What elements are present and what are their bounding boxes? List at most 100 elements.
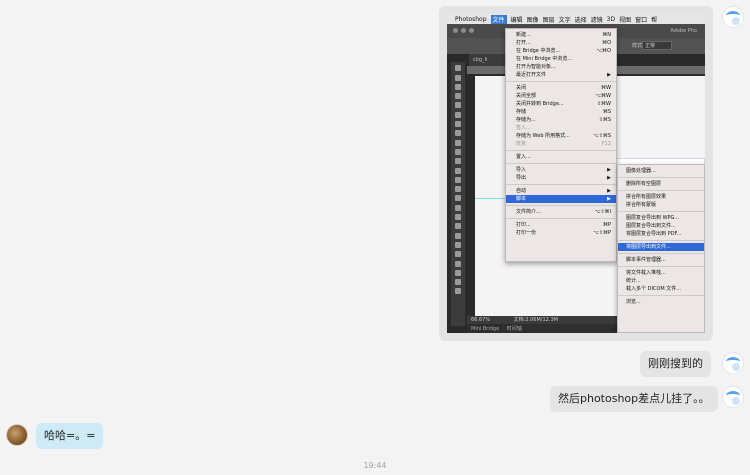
image-message-bubble[interactable]: Photoshop 文件 编辑 图像 图层 文字 选择 滤镜 3D 视图 窗口帮 Adobe Pho… (439, 6, 713, 341)
menu-item: 新建... ⌘N (506, 31, 616, 39)
ps-options-select: 正常 (642, 41, 672, 50)
menu-item-label: 统计... (626, 278, 641, 284)
ps-zoom: 66.67% (471, 317, 491, 323)
ps-doc-size: 文档:2.06M/12.3M (513, 317, 558, 323)
menu-item: 将文件载入堆栈... (618, 269, 704, 277)
window-controls-icon (453, 28, 474, 33)
ps-file-menu: 新建... ⌘N 打开... ⌘O 在 Bridge 中浏览... ⌥⌘O 在 Mini B… (505, 28, 617, 262)
menu-item: 存储 ⌘S (506, 108, 616, 116)
menu-item-label: 存储为 Web 所用格式... (516, 133, 570, 139)
photoshop-screenshot: Photoshop 文件 编辑 图像 图层 文字 选择 滤镜 3D 视图 窗口帮 Adobe Pho… (447, 14, 705, 333)
menu-item: 导出 ▶ (506, 174, 616, 182)
menu-item: 脚本事件管理器... (618, 256, 704, 264)
menu-item-label: 删除所有空图层 (626, 181, 662, 187)
menu-item-shortcut: ⌘W (601, 85, 611, 91)
menu-item-label: 自动 (516, 188, 527, 194)
menu-item: 关闭并转到 Bridge... ⇧⌘W (506, 100, 616, 108)
menu-item-label: 将文件载入堆栈... (626, 270, 666, 276)
menu-item-shortcut: ⌥⌘O (596, 48, 611, 54)
menu-item-label: 新建... (516, 32, 531, 38)
menu-item: 签入... (506, 124, 616, 132)
menu-separator (618, 253, 704, 254)
menu-separator (618, 266, 704, 267)
menu-separator (618, 295, 704, 296)
menu-item-label: 拼合所有图层效果 (626, 194, 667, 200)
menu-item-label: 在 Bridge 中浏览... (516, 48, 561, 54)
menu-item-shortcut: ⇧⌘W (596, 101, 611, 107)
menu-separator (506, 81, 616, 82)
menu-item-label: 图层复合导出到文件... (626, 223, 676, 229)
ps-menubar: Photoshop 文件 编辑 图像 图层 文字 选择 滤镜 3D 视图 窗口帮 (447, 14, 705, 24)
menu-item: 存储为... ⇧⌘S (506, 116, 616, 124)
friend-avatar[interactable] (6, 424, 28, 446)
menu-item: 恢复 F12 (506, 140, 616, 148)
my-avatar[interactable] (722, 352, 744, 374)
menu-separator (506, 205, 616, 206)
menu-item-label: 打开... (516, 40, 531, 46)
menu-item-label: 存储为... (516, 117, 536, 123)
menu-item-label: 将图层复合导出到 PDF... (626, 231, 682, 237)
menu-item-label: 载入多个 DICOM 文件... (626, 286, 682, 292)
menu-separator (618, 240, 704, 241)
ps-menubar-item: 文件 (490, 14, 507, 24)
menu-item-label: 关闭 (516, 85, 527, 91)
ps-menubar-item: 文字 (558, 16, 571, 24)
menu-item-label: 关闭全部 (516, 93, 537, 99)
ps-menubar-item: 滤镜 (590, 16, 603, 24)
my-avatar[interactable] (722, 386, 744, 408)
menu-item-label: 恢复 (516, 141, 527, 147)
menu-item-label: 导出 (516, 175, 527, 181)
menu-item: 关闭 ⌘W (506, 84, 616, 92)
ps-script-submenu: 图像处理器... 删除所有空图层 拼合所有图层效果 拼合所有蒙版 图层复合导出到 WPG… (617, 164, 705, 333)
message-bubble[interactable]: 刚刚搜到的 (640, 351, 711, 377)
menu-item: 在 Bridge 中浏览... ⌥⌘O (506, 47, 616, 55)
ps-menubar-item: 选择 (574, 16, 587, 24)
menu-item: 打印一份 ⌥⇧⌘P (506, 229, 616, 237)
message-text: 哈哈=。= (44, 429, 96, 442)
menu-item-shortcut: ⌘N (602, 32, 611, 38)
menu-separator (618, 190, 704, 191)
ps-tools-panel (451, 62, 465, 326)
menu-item-shortcut: ⌘P (602, 222, 611, 228)
menu-item-shortcut: ⌥⇧⌘S (592, 133, 611, 139)
ps-bottom-tab: Mini Bridge (471, 326, 500, 332)
menu-item: 载入多个 DICOM 文件... (618, 285, 704, 293)
menu-item-label: 打印... (516, 222, 531, 228)
menu-item: 浏览... (618, 298, 704, 306)
menu-item: 删除所有空图层 (618, 180, 704, 188)
menu-item-label: 文件简介... (516, 209, 541, 215)
menu-item: 最近打开文件 ▶ (506, 71, 616, 79)
ps-menubar-item: 图层 (542, 16, 555, 24)
menu-item: 在 Mini Bridge 中浏览... (506, 55, 616, 63)
message-text: 刚刚搜到的 (648, 357, 703, 370)
menu-item-label: 在 Mini Bridge 中浏览... (516, 56, 573, 62)
ps-menubar-item: 编辑 (510, 16, 523, 24)
menu-item: 统计... (618, 277, 704, 285)
menu-item-label: 存储 (516, 109, 527, 115)
menu-item-shortcut: ⌥⇧⌘I (594, 209, 611, 215)
menu-item-label: 图像处理器... (626, 168, 656, 174)
submenu-arrow-icon: ▶ (607, 72, 611, 78)
menu-item: 图像处理器... (618, 167, 704, 175)
ps-bottom-tab: 时间轴 (506, 326, 522, 332)
message-bubble[interactable]: 然后photoshop差点儿挂了。。 (550, 386, 718, 412)
menu-item: 将图层复合导出到 PDF... (618, 230, 704, 238)
menu-separator (506, 184, 616, 185)
ps-menubar-item: Photoshop (455, 15, 487, 23)
message-bubble[interactable]: 哈哈=。= (36, 423, 104, 449)
menu-item-label: 置入... (516, 154, 531, 160)
menu-item-label: 签入... (516, 125, 531, 131)
menu-item-shortcut: ⌥⇧⌘P (593, 230, 611, 236)
ps-menubar-item: 视图 (619, 16, 632, 24)
menu-item-label: 关闭并转到 Bridge... (516, 101, 564, 107)
menu-item: 打开... ⌘O (506, 39, 616, 47)
my-avatar[interactable] (722, 6, 744, 28)
menu-item: 关闭全部 ⌥⌘W (506, 92, 616, 100)
submenu-arrow-icon: ▶ (607, 188, 611, 194)
menu-item: 拼合所有图层效果 (618, 193, 704, 201)
submenu-arrow-icon: ▶ (607, 175, 611, 181)
menu-item: 自动 ▶ (506, 187, 616, 195)
menu-item: 置入... (506, 153, 616, 161)
menu-item-label: 图层复合导出到 WPG... (626, 215, 680, 221)
submenu-arrow-icon: ▶ (607, 167, 611, 173)
